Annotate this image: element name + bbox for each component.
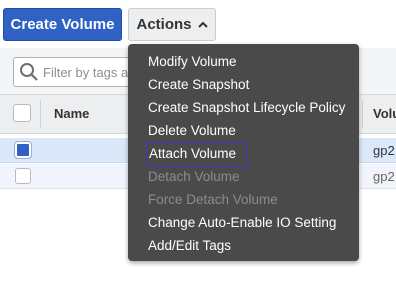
chevron-up-icon: [197, 21, 208, 29]
column-divider: [362, 100, 363, 128]
menu-item-create-snapshot-lifecycle-policy[interactable]: Create Snapshot Lifecycle Policy: [148, 99, 345, 117]
menu-item-force-detach-volume: Force Detach Volume: [148, 192, 278, 207]
volume-type-cell: gp2: [373, 169, 395, 184]
create-volume-button[interactable]: Create Volume: [3, 8, 122, 41]
volume-type-cell: gp2: [373, 143, 395, 158]
menu-item-delete-volume[interactable]: Delete Volume: [148, 122, 236, 140]
menu-item-modify-volume[interactable]: Modify Volume: [148, 53, 237, 71]
actions-button[interactable]: Actions: [128, 8, 216, 41]
select-all-checkbox[interactable]: [13, 104, 31, 122]
tag-filter-search[interactable]: [13, 57, 138, 87]
column-divider: [40, 100, 41, 128]
actions-label: Actions: [136, 16, 192, 33]
actions-dropdown-menu: Modify Volume Create Snapshot Create Sna…: [128, 44, 359, 261]
search-input[interactable]: [39, 64, 137, 80]
menu-item-detach-volume: Detach Volume: [148, 169, 240, 184]
menu-item-add-edit-tags[interactable]: Add/Edit Tags: [148, 237, 231, 255]
row-checkbox-checked[interactable]: [14, 141, 32, 159]
menu-item-attach-volume[interactable]: Attach Volume: [147, 142, 247, 167]
create-volume-label: Create Volume: [10, 16, 115, 33]
column-header-volume-type[interactable]: Volu: [373, 106, 396, 121]
menu-item-create-snapshot[interactable]: Create Snapshot: [148, 76, 249, 94]
menu-item-change-auto-enable-io[interactable]: Change Auto-Enable IO Setting: [148, 214, 336, 232]
row-checkbox[interactable]: [15, 168, 31, 184]
column-header-name[interactable]: Name: [54, 106, 89, 121]
search-icon: [19, 62, 39, 82]
